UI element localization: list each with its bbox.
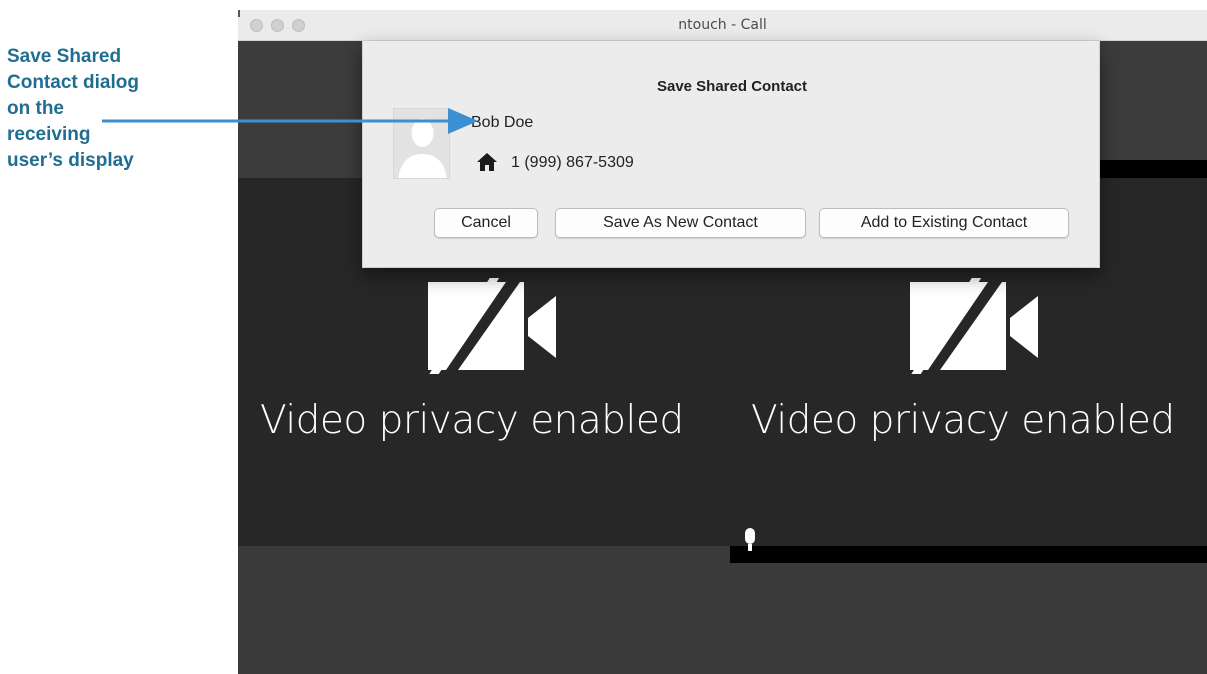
remote-video-edge (1100, 160, 1207, 178)
camera-off-icon (910, 278, 1038, 374)
contact-name: Bob Doe (471, 114, 534, 131)
annotation-callout: Save Shared Contact dialog on the receiv… (7, 44, 207, 174)
callout-line: user’s display (7, 150, 134, 171)
contact-phone-number: 1 (999) 867-5309 (511, 154, 634, 171)
window-corner-mark (238, 10, 240, 17)
callout-line: on the (7, 98, 64, 119)
contact-avatar (393, 108, 450, 179)
dialog-title: Save Shared Contact (656, 78, 808, 95)
self-privacy-text: Video privacy enabled (751, 398, 1175, 443)
self-view-bar (730, 546, 1207, 563)
save-shared-contact-dialog: Save Shared Contact Bob Doe 1 (999) 867-… (362, 41, 1100, 268)
microphone-icon[interactable] (743, 526, 757, 554)
window-title: ntouch - Call (678, 17, 767, 33)
home-icon (477, 153, 497, 171)
ntouch-call-window: ntouch - Call Video privacy enabled Vide… (238, 10, 1207, 674)
callout-line: receiving (7, 124, 91, 145)
cancel-button[interactable]: Cancel (434, 208, 538, 238)
camera-off-icon (428, 278, 556, 374)
title-bar: ntouch - Call (238, 10, 1207, 41)
save-as-new-contact-button[interactable]: Save As New Contact (555, 208, 806, 238)
callout-line: Save Shared (7, 46, 122, 67)
person-silhouette-icon (398, 119, 447, 178)
callout-line: Contact dialog (7, 72, 139, 93)
call-controls-area (238, 546, 1207, 674)
remote-privacy-text: Video privacy enabled (260, 398, 684, 443)
add-to-existing-contact-button[interactable]: Add to Existing Contact (819, 208, 1069, 238)
